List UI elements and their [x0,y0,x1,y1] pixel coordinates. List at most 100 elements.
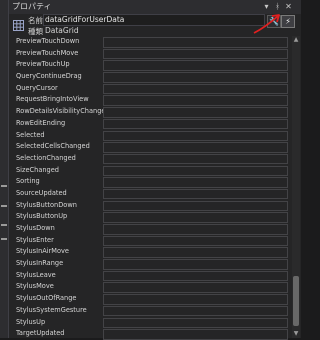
pin-icon[interactable]: ᚼ [273,0,282,14]
dock-marker [1,185,7,187]
event-handler-field[interactable] [103,200,288,212]
event-name: StylusButtonUp [16,212,68,221]
event-name: PreviewTouchUp [16,60,70,69]
event-name: StylusInRange [16,259,64,268]
event-name: StylusLeave [16,270,56,279]
event-list: PreviewTouchDown PreviewTouchMove PreviewT… [9,36,291,340]
event-row: RequestBringIntoView [9,94,291,106]
scrollbar-thumb[interactable] [293,276,299,326]
event-row: StylusUp [9,317,291,329]
event-handler-field[interactable] [103,177,288,188]
event-handler-field[interactable] [103,142,288,153]
event-name: TargetUpdated [16,329,65,338]
event-row: StylusDown [9,223,291,235]
dropdown-icon[interactable]: ▾ [262,0,271,14]
event-row: QueryCursor [9,83,291,95]
lightning-bolt-icon: ⚡ [285,17,291,26]
event-name: StylusDown [16,224,55,232]
event-handler-field[interactable] [103,235,288,247]
type-value: DataGrid [45,26,79,35]
dock-marker [1,224,7,226]
event-handler-field[interactable] [103,270,288,282]
properties-panel: プロパティ ▾ ᚼ ✕ 名前 dataGridForUserData 種類 Da… [8,0,301,340]
event-row: PreviewTouchMove [9,48,291,60]
event-row: SizeChanged [9,165,291,177]
event-handler-field[interactable] [103,188,288,200]
event-row: SourceUpdated [9,188,291,200]
event-name: QueryContinueDrag [16,72,82,81]
dock-marker [1,238,7,240]
event-row: StylusMove [9,281,291,293]
event-name: StylusSystemGesture [16,305,87,314]
event-handler-field[interactable] [103,259,288,270]
event-row: StylusButtonDown [9,200,291,212]
event-name: StylusEnter [16,235,54,244]
event-handler-field[interactable] [103,247,288,258]
event-handler-field[interactable] [103,317,288,328]
event-handler-field[interactable] [103,212,288,223]
event-handler-field[interactable] [103,153,288,165]
scroll-down-icon[interactable]: ▼ [292,330,300,338]
name-value: dataGridForUserData [45,15,125,24]
event-row: PreviewTouchDown [9,36,291,48]
event-handler-field[interactable] [103,95,288,106]
event-row: StylusButtonUp [9,211,291,223]
event-row: Selected [9,130,291,142]
event-name: SelectionChanged [16,153,76,162]
event-name: StylusUp [16,317,46,326]
vertical-scrollbar[interactable]: ▲ ▼ [292,36,300,338]
panel-titlebar: プロパティ ▾ ᚼ ✕ [9,0,301,14]
event-row: RowDetailsVisibilityChanged [9,106,291,118]
event-name: RequestBringIntoView [16,95,89,104]
event-name: Sorting [16,177,40,186]
event-row: Sorting [9,176,291,188]
event-handler-field[interactable] [103,37,288,48]
event-name: PreviewTouchDown [16,37,80,45]
dock-marker [1,205,7,207]
event-row: SelectedCellsChanged [9,141,291,153]
event-name: SelectedCellsChanged [16,142,90,151]
event-handler-field[interactable] [103,83,288,95]
event-name: QueryCursor [16,83,58,92]
event-handler-field[interactable] [103,72,288,83]
event-name: StylusOutOfRange [16,294,77,303]
event-handler-field[interactable] [103,165,288,177]
scroll-up-icon[interactable]: ▲ [292,36,300,44]
red-annotation-arrow [253,14,280,34]
event-handler-field[interactable] [103,130,288,141]
event-name: SizeChanged [16,165,59,174]
event-row: QueryContinueDrag [9,71,291,83]
event-handler-field[interactable] [103,294,288,305]
event-row: SelectionChanged [9,153,291,165]
event-row: StylusEnter [9,235,291,247]
event-handler-field[interactable] [103,48,288,60]
event-name: StylusMove [16,282,54,291]
datagrid-icon [13,20,24,31]
event-row: StylusOutOfRange [9,293,291,305]
event-row: StylusInAirMove [9,246,291,258]
event-row: PreviewTouchUp [9,59,291,71]
event-name: SourceUpdated [16,188,67,197]
event-name: RowEditEnding [16,118,66,127]
event-handler-field[interactable] [103,118,288,130]
event-handler-field[interactable] [103,305,288,317]
event-handler-field[interactable] [103,107,288,118]
event-row: TargetUpdated [9,328,291,340]
event-name: Selected [16,130,45,139]
event-row: StylusLeave [9,270,291,282]
event-name: RowDetailsVisibilityChanged [16,107,110,116]
events-view-button[interactable]: ⚡ [281,15,295,28]
event-handler-field[interactable] [103,282,288,293]
event-name: StylusButtonDown [16,200,77,209]
event-row: StylusSystemGesture [9,305,291,317]
event-handler-field[interactable] [103,224,288,235]
close-icon[interactable]: ✕ [284,0,293,14]
event-handler-field[interactable] [103,329,288,340]
event-row: StylusInRange [9,258,291,270]
event-handler-field[interactable] [103,60,288,71]
panel-title: プロパティ [12,2,52,11]
name-label: 名前 [28,16,43,25]
event-name: StylusInAirMove [16,247,69,256]
event-row: RowEditEnding [9,118,291,130]
event-name: PreviewTouchMove [16,48,79,57]
